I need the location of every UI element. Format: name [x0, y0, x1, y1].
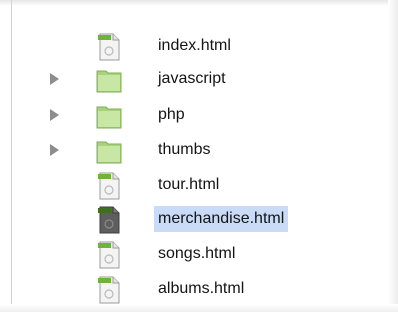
- file-label-selected: merchandise.html: [154, 206, 289, 232]
- folder-label: php: [158, 106, 185, 123]
- html-file-icon: [98, 241, 120, 269]
- file-label: albums.html: [158, 280, 245, 297]
- folder-icon: [96, 106, 122, 129]
- disclosure-triangle-icon[interactable]: [50, 144, 59, 156]
- file-row-songs-html[interactable]: songs.html: [0, 237, 398, 271]
- file-row-albums-html[interactable]: albums.html: [0, 272, 398, 306]
- html-file-icon: [98, 206, 120, 234]
- html-file-icon: [98, 33, 120, 61]
- folder-label: thumbs: [158, 141, 211, 158]
- disclosure-triangle-icon[interactable]: [50, 73, 59, 85]
- folder-row-php[interactable]: php: [0, 98, 398, 132]
- file-row-tour-html[interactable]: tour.html: [0, 168, 398, 202]
- file-label: songs.html: [158, 245, 236, 262]
- top-edge-shadow: [0, 0, 398, 6]
- folder-icon: [96, 70, 122, 93]
- folder-row-thumbs[interactable]: thumbs: [0, 133, 398, 167]
- file-browser-panel: index.html javascript php thumbs tour.ht…: [0, 0, 398, 312]
- file-label: tour.html: [158, 176, 220, 193]
- file-row-merchandise-html[interactable]: merchandise.html: [0, 202, 398, 236]
- folder-row-javascript[interactable]: javascript: [0, 62, 398, 96]
- folder-icon: [96, 141, 122, 164]
- folder-label: javascript: [158, 70, 226, 87]
- file-row-index-html[interactable]: index.html: [0, 29, 398, 63]
- file-label: index.html: [158, 37, 231, 54]
- html-file-icon: [98, 172, 120, 200]
- disclosure-triangle-icon[interactable]: [50, 109, 59, 121]
- html-file-icon: [98, 276, 120, 304]
